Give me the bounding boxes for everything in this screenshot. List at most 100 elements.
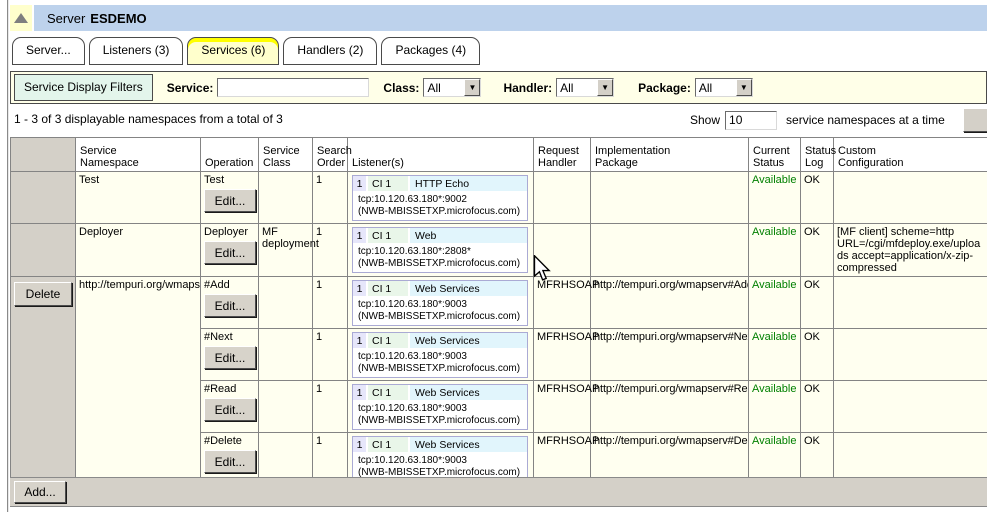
table-row: Deployer Deployer Edit... MF deployment … <box>11 224 987 277</box>
col-service-class: Service Class <box>259 138 313 172</box>
row-action-cell: Delete <box>11 277 76 485</box>
col-status-log: Status Log <box>801 138 834 172</box>
implementation-package <box>591 224 749 277</box>
operation-cell: #Read Edit... <box>201 381 259 433</box>
operation-name: #Next <box>204 331 233 343</box>
current-status: Available <box>749 277 801 329</box>
class-filter-label: Class: <box>383 81 419 95</box>
listener-box: 1 CI 1 HTTP Echo tcp:10.120.63.180*:9002… <box>352 175 528 221</box>
handler-filter-value: All <box>557 81 597 95</box>
tab-handlers[interactable]: Handlers (2) <box>283 37 377 65</box>
operation-name: Deployer <box>204 226 248 238</box>
listener-number: 1 <box>353 333 368 348</box>
service-class <box>259 381 313 433</box>
listener-box: 1 CI 1 Web tcp:10.120.63.180*:2808* (NWB… <box>352 227 528 273</box>
edit-button[interactable]: Edit... <box>204 294 256 317</box>
custom-configuration <box>834 172 987 224</box>
status-log: OK <box>801 224 834 277</box>
col-custom-configuration: Custom Configuration <box>834 138 987 172</box>
custom-configuration: [MF client] scheme=http URL=/cgi/mfdeplo… <box>834 224 987 277</box>
package-filter-select[interactable]: All ▼ <box>695 78 753 97</box>
tab-services[interactable]: Services (6) <box>187 37 279 65</box>
operation-name: #Add <box>204 279 230 291</box>
edit-button[interactable]: Edit... <box>204 450 256 473</box>
edit-button[interactable]: Edit... <box>204 398 256 421</box>
edit-button[interactable]: Edit... <box>204 346 256 369</box>
tab-listeners[interactable]: Listeners (3) <box>89 37 184 65</box>
tab-packages[interactable]: Packages (4) <box>381 37 480 65</box>
show-count-input[interactable] <box>725 111 777 130</box>
delete-button[interactable]: Delete <box>14 282 72 306</box>
status-log: OK <box>801 172 834 224</box>
table-row: Test Test Edit... 1 1 CI 1 HTTP Echo <box>11 172 987 224</box>
service-class <box>259 277 313 329</box>
implementation-package <box>591 172 749 224</box>
bottom-action-bar: Add... <box>10 477 987 507</box>
operation-cell: Deployer Edit... <box>201 224 259 277</box>
show-count-control: Show service namespaces at a time <box>690 108 945 132</box>
listener-box: 1 CI 1 Web Services tcp:10.120.63.180*:9… <box>352 384 528 430</box>
current-status: Available <box>749 172 801 224</box>
service-filter-label: Service: <box>167 81 214 95</box>
listener-number: 1 <box>353 281 368 296</box>
class-filter-select[interactable]: All ▼ <box>423 78 481 97</box>
listener-cell: 1 CI 1 Web tcp:10.120.63.180*:2808* (NWB… <box>348 224 534 277</box>
collapse-section-button[interactable] <box>10 5 32 31</box>
operation-name: Test <box>204 174 224 186</box>
edit-button[interactable]: Edit... <box>204 241 256 264</box>
package-filter-label: Package: <box>638 81 691 95</box>
chevron-down-icon[interactable]: ▼ <box>736 79 752 96</box>
listener-box: 1 CI 1 Web Services tcp:10.120.63.180*:9… <box>352 332 528 378</box>
request-handler: MFRHSOAP <box>534 381 591 433</box>
service-namespace: Deployer <box>76 224 201 277</box>
status-log: OK <box>801 381 834 433</box>
implementation-package: http://tempuri.org/wmapserv#Next <box>591 329 749 381</box>
col-operation: Operation <box>201 138 259 172</box>
row-action-cell <box>11 224 76 277</box>
current-status: Available <box>749 329 801 381</box>
col-actions <box>11 138 76 172</box>
custom-configuration <box>834 329 987 381</box>
listener-cell: 1 CI 1 Web Services tcp:10.120.63.180*:9… <box>348 329 534 381</box>
refresh-button-clipped[interactable] <box>963 108 987 132</box>
filters-title: Service Display Filters <box>14 74 153 101</box>
operation-cell: #Next Edit... <box>201 329 259 381</box>
chevron-down-icon[interactable]: ▼ <box>464 79 480 96</box>
add-button[interactable]: Add... <box>14 481 66 503</box>
service-filter-input[interactable] <box>217 78 369 97</box>
listener-type: Web Services <box>410 333 527 348</box>
chevron-down-icon[interactable]: ▼ <box>597 79 613 96</box>
service-namespace: Test <box>76 172 201 224</box>
server-title-bar: Server ESDEMO <box>34 5 987 31</box>
listener-cell: 1 CI 1 HTTP Echo tcp:10.120.63.180*:9002… <box>348 172 534 224</box>
service-class <box>259 172 313 224</box>
listener-host: (NWB-MBISSETXP.microfocus.com) <box>358 363 525 375</box>
implementation-package: http://tempuri.org/wmapserv#Read <box>591 381 749 433</box>
edit-button[interactable]: Edit... <box>204 189 256 212</box>
service-class <box>259 329 313 381</box>
server-title-prefix: Server <box>47 11 85 26</box>
custom-configuration <box>834 381 987 433</box>
listener-box: 1 CI 1 Web Services tcp:10.120.63.180*:9… <box>352 280 528 326</box>
request-handler: MFRHSOAP <box>534 329 591 381</box>
operation-name: #Read <box>204 383 236 395</box>
search-order: 1 <box>313 172 348 224</box>
listener-cell: 1 CI 1 Web Services tcp:10.120.63.180*:9… <box>348 381 534 433</box>
listener-conversation: CI 1 <box>368 333 410 348</box>
tab-server[interactable]: Server... <box>12 37 85 65</box>
handler-filter-select[interactable]: All ▼ <box>556 78 614 97</box>
service-display-filters-bar: Service Display Filters Service: Class: … <box>10 71 987 104</box>
listener-address: tcp:10.120.63.180*:9003 <box>358 403 525 415</box>
namespace-count-summary: 1 - 3 of 3 displayable namespaces from a… <box>14 112 283 126</box>
show-label: Show <box>690 113 720 127</box>
listener-cell: 1 CI 1 Web Services tcp:10.120.63.180*:9… <box>348 277 534 329</box>
col-request-handler: Request Handler <box>534 138 591 172</box>
listener-conversation: CI 1 <box>368 228 410 243</box>
current-status: Available <box>749 224 801 277</box>
service-namespace: http://tempuri.org/wmapserv <box>76 277 201 485</box>
listener-type: Web <box>410 228 527 243</box>
listener-conversation: CI 1 <box>368 385 410 400</box>
search-order: 1 <box>313 277 348 329</box>
custom-configuration <box>834 277 987 329</box>
table-header-row: Service Namespace Operation Service Clas… <box>11 138 987 172</box>
